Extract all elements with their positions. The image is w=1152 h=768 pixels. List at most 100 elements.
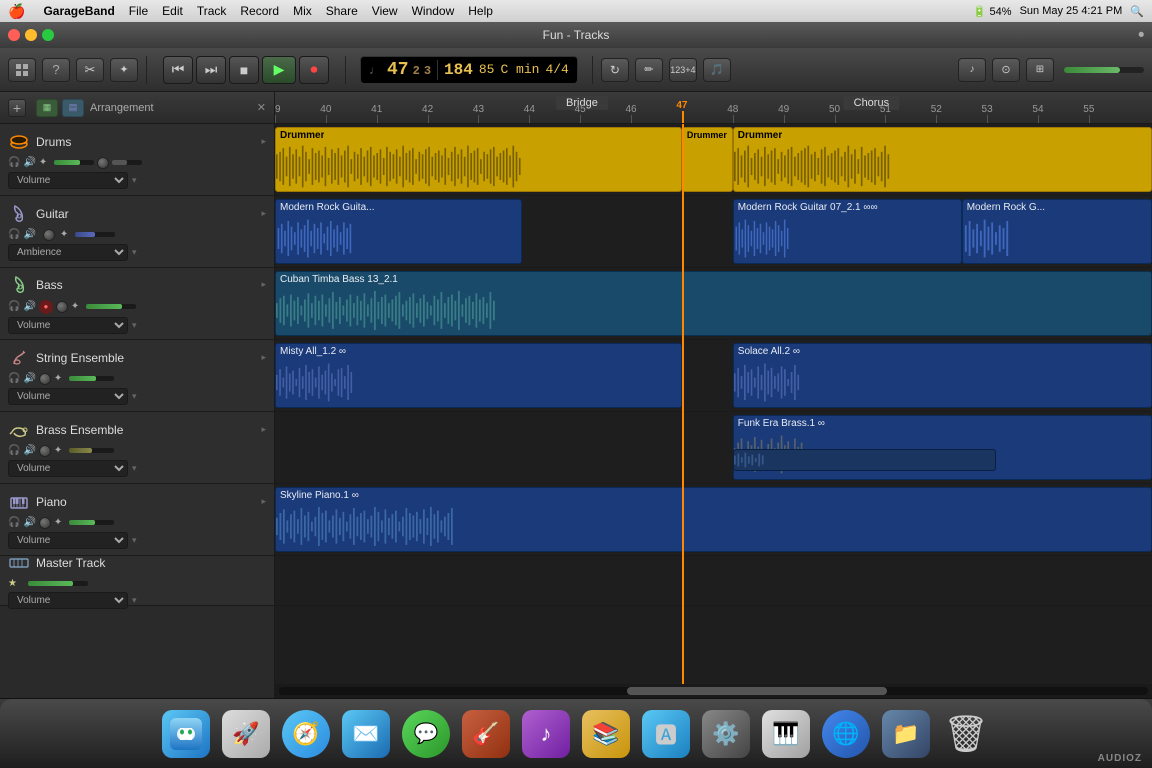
dock-stacks[interactable]: 📁 [878,708,934,760]
fastforward-button[interactable]: ⏭ [196,56,226,84]
guitar-clip-2[interactable]: Modern Rock Guitar 07_2.1 ∞∞ [733,199,962,264]
string-speaker-icon[interactable]: 🔊 [23,373,35,384]
menu-file[interactable]: File [129,4,148,18]
dock-network[interactable]: 🌐 [818,708,874,760]
bass-mute-button[interactable]: ● [39,300,53,314]
piano-track-row[interactable]: Skyline Piano.1 ∞ [275,484,1152,556]
dock-garageband[interactable]: 🎸 [458,708,514,760]
menu-view[interactable]: View [372,4,398,18]
count-in-button[interactable]: 123+4 [669,58,697,82]
piano-clip-1[interactable]: Skyline Piano.1 ∞ [275,487,1152,552]
drums-track-row[interactable]: Drummer [275,124,1152,196]
brass-speaker-icon[interactable]: 🔊 [23,445,35,456]
scrollbar-area[interactable] [275,684,1152,698]
master-magic-icon[interactable]: ★ [8,578,17,589]
play-button[interactable]: ▶ [262,56,296,84]
string-headphones-icon[interactable]: 🎧 [8,373,20,384]
tuner-button[interactable]: 🎵 [703,58,731,82]
record-button[interactable]: ⏺ [299,56,329,84]
bass-volume-select[interactable]: Volume [8,317,128,334]
view-toggle-2[interactable]: ▤ [62,99,84,117]
menubar-search[interactable]: 🔍 [1130,5,1144,18]
bass-headphones-icon[interactable]: 🎧 [8,301,20,312]
bass-magic-icon[interactable]: ✦ [71,301,79,312]
scissors-button[interactable]: ✂ [76,58,104,82]
menu-track[interactable]: Track [197,4,227,18]
drums-magic-icon[interactable]: ✦ [39,157,47,168]
string-track-row[interactable]: Misty All_1.2 ∞ [275,340,1152,412]
rewind-button[interactable]: ⏮ [163,56,193,84]
string-fader[interactable] [69,376,114,381]
brass-clip-2[interactable] [733,449,996,471]
scrollbar-track[interactable] [279,687,1148,695]
scrollbar-thumb[interactable] [627,687,888,695]
dock-finder[interactable] [158,708,214,760]
help-button[interactable]: ? [42,58,70,82]
dock-trash[interactable]: 🗑 [938,708,994,760]
master-track-row[interactable] [275,556,1152,606]
menu-share[interactable]: Share [326,4,358,18]
view-toggle-1[interactable]: ▦ [36,99,58,117]
add-track-button[interactable]: + [8,99,26,117]
guitar-headphones-icon[interactable]: 🎧 [8,229,20,240]
apple-menu[interactable]: 🍎 [8,3,25,20]
dock-syspreferences[interactable]: ⚙️ [698,708,754,760]
bass-speaker-icon[interactable]: 🔊 [23,301,35,312]
brass-track-row[interactable]: Funk Era Brass.1 ∞ [275,412,1152,484]
guitar-pan-knob[interactable] [43,229,55,241]
piano-magic-icon[interactable]: ✦ [54,517,62,528]
drums-speaker-icon[interactable]: 🔊 [23,157,35,168]
bass-fader[interactable] [86,304,136,309]
piano-volume-select[interactable]: Volume [8,532,128,549]
guitar-track-row[interactable]: Modern Rock Guita... [275,196,1152,268]
guitar-fader[interactable] [75,232,115,237]
dock-mail[interactable]: ✉️ [338,708,394,760]
library-button[interactable] [8,58,36,82]
bass-pan-knob[interactable] [56,301,68,313]
dock-appstore[interactable]: 🅰 [638,708,694,760]
piano-fader[interactable] [69,520,114,525]
smart-button[interactable]: ✦ [110,58,138,82]
dock-launchpad[interactable]: 🚀 [218,708,274,760]
menu-record[interactable]: Record [240,4,279,18]
bass-clip-1[interactable]: Cuban Timba Bass 13_2.1 [275,271,1152,336]
dock-ibooks[interactable]: 📚 [578,708,634,760]
cycle-button[interactable]: ↻ [601,58,629,82]
brass-headphones-icon[interactable]: 🎧 [8,445,20,456]
close-button[interactable] [8,29,20,41]
string-clip-1[interactable]: Misty All_1.2 ∞ [275,343,682,408]
drums-headphones-icon[interactable]: 🎧 [8,157,20,168]
timeline-ruler[interactable]: Bridge Chorus 39 40 41 42 43 44 45 4 [275,92,1152,124]
guitar-clip-3[interactable]: Modern Rock G... [962,199,1152,264]
drums-volume-select[interactable]: Volume [8,172,128,189]
minimize-button[interactable] [25,29,37,41]
brass-volume-select[interactable]: Volume [8,460,128,477]
guitar-magic-icon[interactable]: ✦ [60,229,68,240]
loop-browser-button[interactable]: ⊙ [992,58,1020,82]
brass-pan-knob[interactable] [39,445,51,457]
menu-edit[interactable]: Edit [162,4,183,18]
menu-help[interactable]: Help [468,4,493,18]
piano-speaker-icon[interactable]: 🔊 [23,517,35,528]
dock-messages[interactable]: 💬 [398,708,454,760]
dock-safari[interactable]: 🧭 [278,708,334,760]
master-volume-slider[interactable] [1064,67,1144,73]
drums-pan-fader[interactable] [112,160,142,165]
guitar-clip-1[interactable]: Modern Rock Guita... [275,199,522,264]
string-volume-select[interactable]: Volume [8,388,128,405]
brass-fader[interactable] [69,448,114,453]
string-pan-knob[interactable] [39,373,51,385]
master-volume-select[interactable]: Volume [8,592,128,609]
piano-headphones-icon[interactable]: 🎧 [8,517,20,528]
stop-button[interactable]: ■ [229,56,259,84]
drums-clip-3[interactable]: Drummer [733,127,1152,192]
arrangement-close-button[interactable]: ✕ [257,101,266,114]
bass-track-row[interactable]: Cuban Timba Bass 13_2.1 [275,268,1152,340]
pencil-button[interactable]: ✏ [635,58,663,82]
dock-piano[interactable]: 🎹 [758,708,814,760]
menu-window[interactable]: Window [412,4,455,18]
master-fader[interactable] [28,581,88,586]
drums-clip-1[interactable]: Drummer [275,127,682,192]
guitar-preset-select[interactable]: Ambience [8,244,128,261]
drums-fader[interactable] [54,160,94,165]
